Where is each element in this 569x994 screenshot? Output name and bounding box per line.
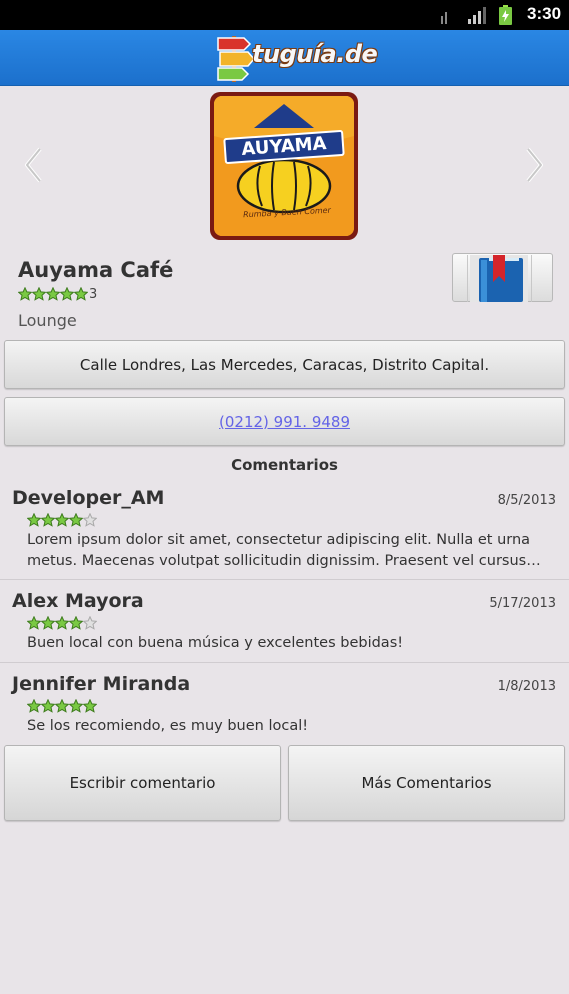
write-comment-button[interactable]: Escribir comentario [4,745,281,821]
star-filled-icon [32,287,46,301]
phone-link[interactable]: (0212) 991. 9489 [219,413,350,431]
comment-text: Lorem ipsum dolor sit amet, consectetur … [27,530,557,572]
comment-date: 8/5/2013 [497,493,556,508]
chevron-left-icon [25,147,42,183]
comment-rating-stars [27,699,97,713]
comment-text-line: Se los recomiendo, es muy buen local! [27,718,309,734]
star-filled-icon [74,287,88,301]
comment-item: Developer_AM 8/5/2013 Lorem ipsum dolor … [0,487,569,577]
comment-item: Jennifer Miranda 1/8/2013 Se los recomie… [0,673,569,741]
star-filled-icon [83,699,97,713]
star-filled-icon [69,699,83,713]
comment-text: Se los recomiendo, es muy buen local! [27,716,557,737]
star-filled-icon [27,513,41,527]
comment-item: Alex Mayora 5/17/2013 Buen local con bue… [0,590,569,658]
star-empty-icon [83,616,97,630]
star-filled-icon [41,616,55,630]
star-filled-icon [55,616,69,630]
comment-date: 5/17/2013 [489,596,556,611]
bookmark-icon [467,255,532,302]
comments-heading: Comentarios [231,456,338,474]
network-type-indicator [441,6,455,24]
venue-rating: 3 [18,286,97,302]
star-filled-icon [55,513,69,527]
star-filled-icon [46,287,60,301]
star-filled-icon [27,699,41,713]
more-comments-label: Más Comentarios [361,774,492,792]
chevron-right-icon [526,147,543,183]
star-filled-icon [18,287,32,301]
comment-date: 1/8/2013 [497,679,556,694]
comment-divider [0,662,569,663]
signal-strength-icon [468,6,486,24]
comment-text-line: Buen local con buena música y excelentes… [27,635,404,651]
star-filled-icon [41,699,55,713]
star-empty-icon [83,513,97,527]
venue-category: Lounge [18,311,77,330]
venue-name: Auyama Café [18,258,174,282]
next-image-button[interactable] [524,146,546,184]
star-filled-icon [27,616,41,630]
comment-rating-stars [27,616,97,630]
comment-author: Developer_AM [12,487,165,509]
star-filled-icon [55,699,69,713]
app-header: tuguía.de [0,30,569,86]
venue-rating-stars [18,287,88,301]
previous-image-button[interactable] [22,146,44,184]
bookmark-button[interactable] [452,253,553,302]
comment-rating-stars [27,513,97,527]
more-comments-button[interactable]: Más Comentarios [288,745,565,821]
star-filled-icon [41,513,55,527]
venue-rating-count: 3 [89,286,98,302]
comment-divider [0,579,569,580]
status-clock: 3:30 [527,4,562,23]
write-comment-label: Escribir comentario [69,774,216,792]
signal-3g-icon [441,12,447,24]
status-bar: 3:30 [0,0,569,30]
address-text: Calle Londres, Las Mercedes, Caracas, Di… [79,355,490,374]
star-filled-icon [69,513,83,527]
comment-text: Buen local con buena música y excelentes… [27,633,557,654]
comment-text-line: metus. Maecenas volutpat sollicitudin di… [27,553,541,569]
comment-author: Alex Mayora [12,590,144,612]
star-filled-icon [60,287,74,301]
venue-logo-image: AUYAMA Rumba y Buen Comer [210,92,358,240]
phone-button[interactable]: (0212) 991. 9489 [4,397,565,446]
app-logo-text: tuguía.de [252,40,378,68]
comment-text-line: Lorem ipsum dolor sit amet, consectetur … [27,532,531,548]
app-logo[interactable]: tuguía.de [214,32,378,84]
comment-author: Jennifer Miranda [12,673,191,695]
address-button[interactable]: Calle Londres, Las Mercedes, Caracas, Di… [4,340,565,389]
star-filled-icon [69,616,83,630]
battery-charging-icon [499,5,512,25]
